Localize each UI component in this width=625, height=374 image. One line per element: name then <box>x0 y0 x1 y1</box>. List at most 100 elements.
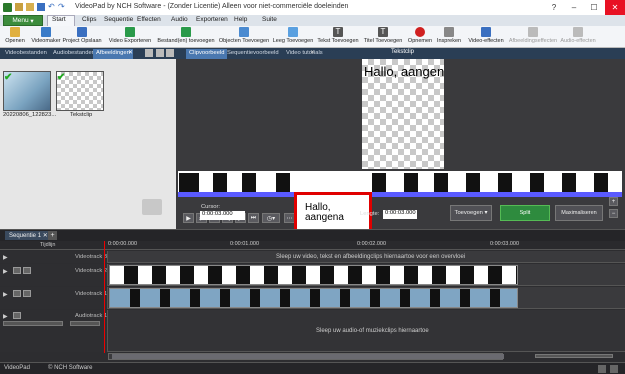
videomaker-icon <box>41 27 51 37</box>
ruler-tick: 0:00:02.000 <box>357 241 387 247</box>
ruler-tick: 0:00:01.000 <box>230 241 260 247</box>
add-blank-label: Leeg Toevoegen <box>272 38 314 44</box>
speaker-icon[interactable] <box>13 312 21 319</box>
narrate-label: Inspreken <box>436 38 462 44</box>
image-clip-thumbnail[interactable]: ✔ <box>3 71 51 111</box>
film-frame <box>498 173 512 192</box>
maximize-button[interactable]: ☐ <box>585 0 603 15</box>
tab-sequence-preview[interactable]: Sequentievoorbeeld <box>224 49 282 59</box>
add-blank-button[interactable]: Leeg Toevoegen <box>273 26 313 48</box>
add-text-button[interactable]: T Tekst Toevoegen <box>316 26 360 48</box>
tab-clip-preview[interactable]: Clipvoorbeeld <box>186 49 228 59</box>
zoom-out-icon[interactable]: − <box>609 209 618 218</box>
preview-header: Tekstclip <box>391 49 415 55</box>
visibility-icon[interactable] <box>13 290 21 297</box>
tab-video-tutorials[interactable]: Video tutorials <box>283 49 326 59</box>
help-icon[interactable]: ? <box>545 0 563 15</box>
audio-effects-button[interactable]: Audio-effecten <box>560 26 596 48</box>
microphone-icon <box>444 27 454 37</box>
tab-video-files[interactable]: Videobestanden <box>2 49 50 59</box>
length-field[interactable]: 0:00:03.000 <box>383 210 417 219</box>
volume-icon[interactable] <box>598 365 606 373</box>
speed-icon[interactable]: ◷▾ <box>262 213 280 223</box>
narrate-button[interactable]: Inspreken <box>435 26 463 48</box>
play-icon[interactable]: ▶ <box>183 213 194 223</box>
text-clip-strip[interactable] <box>109 265 518 285</box>
new-icon[interactable] <box>15 3 23 11</box>
timeline-scrollbar-thumb[interactable] <box>112 354 504 359</box>
tab-images[interactable]: Afbeeldingen <box>93 49 133 59</box>
minimize-button[interactable]: – <box>565 0 583 15</box>
sequence-tab[interactable]: Sequentie 1 ✕ <box>5 231 52 240</box>
videomaker-label: Videomaker <box>31 38 61 44</box>
menu-tab-audio[interactable]: Audio <box>171 16 188 23</box>
delete-icon[interactable] <box>145 49 153 57</box>
media-bin-tabs: Videobestanden Audiobestanden Afbeelding… <box>0 48 176 59</box>
video-track-1-name: Videotrack 1 <box>75 291 108 297</box>
volume-slider[interactable] <box>3 321 63 326</box>
text-clip-thumbnail[interactable]: ✔ <box>56 71 104 111</box>
video-effects-button[interactable]: Video-effecten <box>467 26 505 48</box>
lock-icon[interactable] <box>23 267 31 274</box>
image-placeholder-icon <box>142 199 162 215</box>
maximize-preview-button[interactable]: Maximaliseren <box>555 205 603 221</box>
menu-button[interactable]: Menu ▾ <box>3 15 43 26</box>
ruler-label: Tijdlijn <box>40 242 56 248</box>
menu-tab-start-active[interactable]: Start <box>52 16 66 23</box>
image-effects-button[interactable]: Afbeeldingseffecten <box>508 26 558 48</box>
menu-tab-effecten[interactable]: Effecten <box>137 16 161 23</box>
add-files-button[interactable]: Bestand(en) toevoegen <box>157 26 215 48</box>
redo-icon[interactable]: ↷ <box>58 2 65 11</box>
status-app-name: VideoPad <box>4 365 30 371</box>
expand-icon[interactable]: ▶ <box>3 254 8 261</box>
open-icon[interactable] <box>26 3 34 11</box>
tab-close-icon[interactable]: ✕ <box>310 49 315 56</box>
lock-icon[interactable] <box>23 290 31 297</box>
audio-effects-label: Audio-effecten <box>560 38 596 44</box>
playhead[interactable] <box>104 241 105 353</box>
split-button[interactable]: Split <box>500 205 550 221</box>
list-view-icon[interactable] <box>166 49 174 57</box>
small-preview-text: Hallo, aangena <box>305 202 344 223</box>
menu-tab-suite[interactable]: Suite <box>262 16 277 23</box>
videomaker-button[interactable]: Videomaker <box>30 26 62 48</box>
pan-slider[interactable] <box>70 321 100 326</box>
zoom-in-icon[interactable]: + <box>609 197 618 206</box>
grid-view-icon[interactable] <box>156 49 164 57</box>
record-button[interactable]: Opnemen <box>405 26 435 48</box>
undo-icon[interactable]: ↶ <box>48 2 55 11</box>
expand-icon[interactable]: ▶ <box>3 268 8 275</box>
add-title-button[interactable]: T Titel Toevoegen <box>362 26 404 48</box>
cursor-field[interactable]: 0:00:03.000 <box>200 211 245 220</box>
open-label: Openen <box>5 38 25 44</box>
tab-audio-files[interactable]: Audiobestanden <box>50 49 98 59</box>
timeline-ruler[interactable] <box>0 241 625 250</box>
menu-tab-sequentie[interactable]: Sequentie <box>104 16 133 23</box>
close-button[interactable]: ✕ <box>605 0 625 15</box>
tab-close-icon[interactable]: ✕ <box>128 49 133 56</box>
add-sequence-icon[interactable]: + <box>48 231 57 240</box>
skip-end-icon[interactable]: ⏭ <box>248 213 259 223</box>
add-objects-button[interactable]: Objecten Toevoegen <box>218 26 270 48</box>
image-effects-label: Afbeeldingseffecten <box>508 38 558 44</box>
expand-icon[interactable]: ▶ <box>3 291 8 298</box>
export-video-button[interactable]: Video Exporteren <box>108 26 152 48</box>
visibility-icon[interactable] <box>13 267 21 274</box>
check-icon: ✔ <box>4 72 13 83</box>
menu-tab-help[interactable]: Help <box>234 16 247 23</box>
open-button[interactable]: Openen <box>3 26 27 48</box>
settings-icon[interactable] <box>610 365 618 373</box>
save-icon[interactable] <box>37 3 45 11</box>
video-effects-icon <box>481 27 491 37</box>
status-copyright: © NCH Software <box>48 365 93 371</box>
add-to-sequence-button[interactable]: Toevoegen ▾ <box>450 205 492 221</box>
audio-track-1-name: Audiotrack 1 <box>75 313 108 319</box>
menu-tab-clips[interactable]: Clips <box>82 16 96 23</box>
image-clip-strip[interactable] <box>109 288 518 308</box>
save-project-button[interactable]: Project Opslaan <box>62 26 102 48</box>
menu-tab-exporteren[interactable]: Exporteren <box>196 16 228 23</box>
zoom-slider[interactable] <box>535 354 613 358</box>
length-label: Lengte: <box>360 211 380 217</box>
film-frame <box>372 173 386 192</box>
expand-icon[interactable]: ▶ <box>3 313 8 320</box>
